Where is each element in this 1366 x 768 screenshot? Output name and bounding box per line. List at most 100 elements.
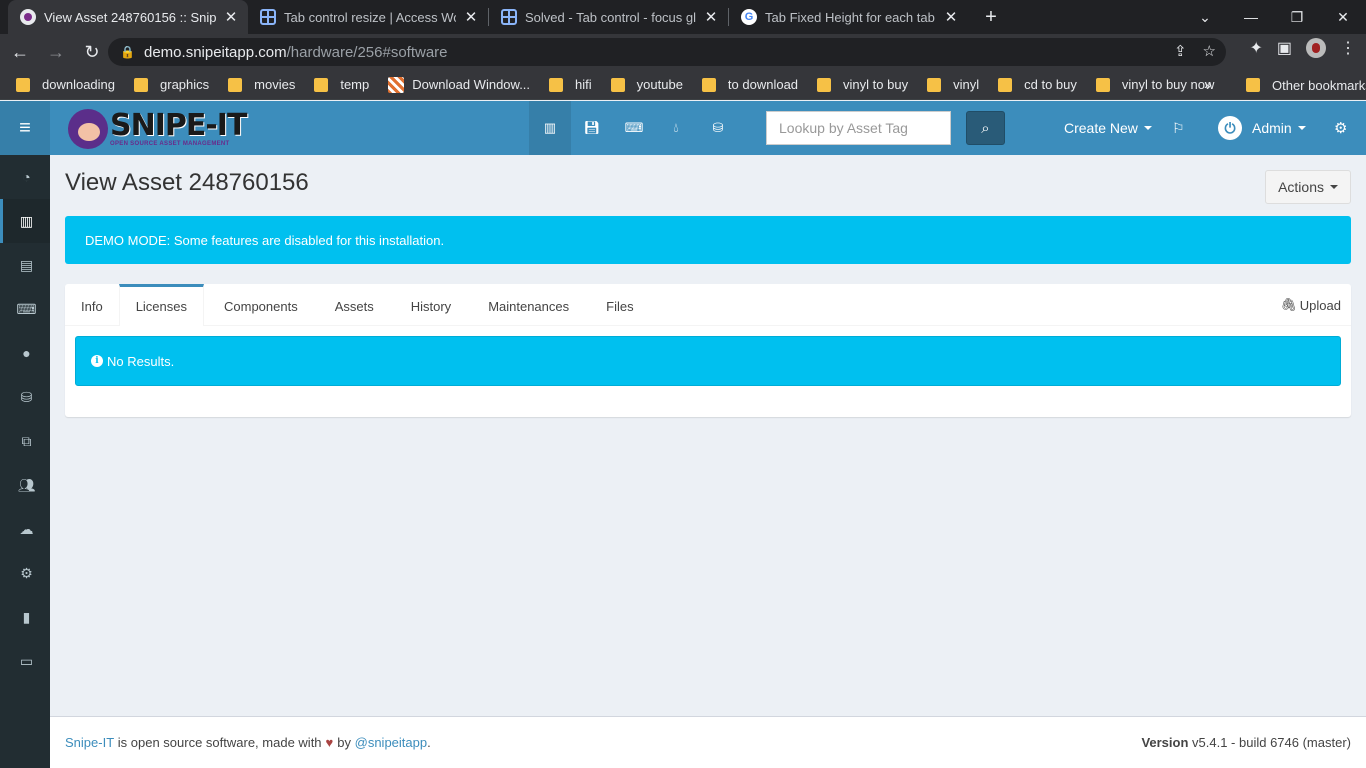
bookmark-item[interactable]: vinyl to buy now (1086, 77, 1224, 92)
close-icon[interactable]: ✕ (224, 8, 238, 26)
browser-tab-0[interactable]: View Asset 248760156 :: Snipe-IT ✕ (8, 0, 248, 34)
browser-tab-title: View Asset 248760156 :: Snipe-IT (44, 9, 216, 25)
user-menu[interactable]: ⏻ Admin (1218, 101, 1306, 155)
bookmark-item[interactable]: Download Window... (378, 76, 539, 93)
url-host: demo.snipeitapp.com (144, 43, 287, 61)
bookmark-label: vinyl to buy (843, 77, 909, 92)
app-header: ≡ SNIPE-IT OPEN SOURCE ASSET MANAGEMENT … (0, 101, 1366, 155)
cog-icon[interactable]: ⚙ (0, 551, 50, 595)
snipeit-link[interactable]: Snipe-IT (65, 735, 114, 750)
folder-icon (314, 77, 329, 92)
tab-history[interactable]: History (391, 284, 471, 326)
menu-icon[interactable]: ⋮ (1340, 38, 1356, 58)
url-bar[interactable]: 🔒 demo.snipeitapp.com/hardware/256#softw… (108, 38, 1226, 66)
bookmark-item[interactable]: cd to buy (988, 77, 1086, 92)
bar-chart-icon[interactable]: ▮ (0, 595, 50, 639)
keyboard-icon[interactable]: ⌨ (0, 287, 50, 331)
bookmark-label: vinyl (953, 77, 980, 92)
google-icon: G (741, 9, 757, 25)
bookmark-item[interactable]: movies (218, 77, 304, 92)
other-bookmarks[interactable]: Other bookmarks (1236, 70, 1366, 100)
browser-tab-2[interactable]: Solved - Tab control - focus glitch ✕ (489, 0, 728, 34)
flag-icon[interactable]: ⚐ (1172, 101, 1185, 155)
sidepanel-icon[interactable]: ▣ (1277, 38, 1292, 58)
tint-icon[interactable]: ● (0, 331, 50, 375)
dashboard-icon[interactable]: ◔ (0, 155, 50, 199)
minimize-icon[interactable]: — (1228, 0, 1274, 34)
new-tab-button[interactable]: + (974, 0, 1008, 34)
bookmark-item[interactable]: vinyl to buy (807, 77, 917, 92)
author-link[interactable]: @snipeitapp (355, 735, 427, 750)
laptop-icon[interactable]: ▭ (0, 639, 50, 683)
bookmark-item[interactable]: hifi (539, 77, 601, 92)
barcode-icon[interactable]: ▥ (0, 199, 50, 243)
folder-icon (927, 77, 942, 92)
footer-by-text: by (337, 735, 351, 750)
bookmark-item[interactable]: graphics (124, 77, 218, 92)
sidebar-toggle-icon[interactable]: ≡ (0, 101, 50, 155)
search-button[interactable]: ⌕ (966, 111, 1005, 145)
upload-button[interactable]: 🖇︎ Upload (1280, 284, 1341, 326)
settings-cogs-icon[interactable]: ⚙ (1334, 101, 1347, 155)
asset-tag-search-input[interactable]: Lookup by Asset Tag (766, 111, 951, 145)
close-icon[interactable]: ✕ (464, 8, 478, 26)
hdd-icon[interactable]: ⛁ (697, 101, 739, 155)
object-group-icon[interactable]: ⧉ (0, 419, 50, 463)
share-icon[interactable]: ⇪ (1174, 42, 1187, 60)
floppy-disk-icon[interactable]: 💾︎ (571, 101, 613, 155)
bookmark-label: movies (254, 77, 296, 92)
version-label: Version (1141, 735, 1189, 750)
tab-files[interactable]: Files (586, 284, 653, 326)
star-icon[interactable]: ☆ (1203, 42, 1216, 60)
mascot-icon (68, 109, 108, 149)
tab-licenses[interactable]: Licenses (118, 284, 204, 326)
tab-list: Info Licenses Components Assets History … (65, 284, 1351, 326)
info-circle-icon: i (91, 355, 103, 367)
tab-assets[interactable]: Assets (318, 284, 391, 326)
tab-info[interactable]: Info (65, 284, 119, 326)
cloud-download-icon[interactable]: ☁ (0, 507, 50, 551)
close-icon[interactable]: ✕ (704, 8, 718, 26)
bookmark-item[interactable]: vinyl (917, 77, 988, 92)
create-new-dropdown[interactable]: Create New (1064, 101, 1152, 155)
search-icon: ⌕ (981, 119, 990, 137)
browser-tab-title: Solved - Tab control - focus glitch (525, 9, 696, 25)
barcode-icon[interactable]: ▥ (529, 101, 571, 155)
forward-icon[interactable]: → (40, 36, 72, 68)
floppy-disk-icon[interactable]: ▤ (0, 243, 50, 287)
more-bookmarks-button[interactable]: » (1204, 76, 1212, 92)
bookmark-item[interactable]: downloading (0, 77, 124, 92)
bookmark-label: hifi (575, 77, 592, 92)
page-title: View Asset 248760156 (65, 169, 309, 196)
bookmark-item[interactable]: to download (692, 77, 807, 92)
hdd-icon[interactable]: ⛁ (0, 375, 50, 419)
reload-icon[interactable]: ↻ (76, 36, 108, 68)
url-path: /hardware/256#software (286, 43, 448, 61)
users-icon[interactable]: 👥︎ (0, 463, 50, 507)
logo[interactable]: SNIPE-IT OPEN SOURCE ASSET MANAGEMENT (68, 107, 247, 151)
tint-icon[interactable]: 💧︎ (655, 101, 697, 155)
tab-components[interactable]: Components (204, 284, 318, 326)
window-controls: ⌄ — ❐ ✕ (1182, 0, 1366, 34)
folder-icon (610, 77, 625, 92)
browser-tab-3[interactable]: G Tab Fixed Height for each tab con ✕ (729, 0, 968, 34)
close-icon[interactable]: ✕ (944, 8, 958, 26)
bookmark-item[interactable]: temp (304, 77, 378, 92)
restore-icon[interactable]: ❐ (1274, 0, 1320, 34)
bookmark-item[interactable]: youtube (601, 77, 692, 92)
back-icon[interactable]: ← (4, 36, 36, 68)
close-window-icon[interactable]: ✕ (1320, 0, 1366, 34)
caret-down-icon (1297, 126, 1306, 130)
extensions-icon[interactable]: ✦ (1249, 38, 1262, 58)
folder-icon (134, 77, 149, 92)
actions-dropdown[interactable]: Actions (1265, 170, 1351, 204)
browser-tab-1[interactable]: Tab control resize | Access World ✕ (248, 0, 488, 34)
tab-search-icon[interactable]: ⌄ (1182, 0, 1228, 34)
heart-icon: ♥ (325, 735, 334, 750)
tab-maintenances[interactable]: Maintenances (471, 284, 586, 326)
browser-tab-strip: View Asset 248760156 :: Snipe-IT ✕ Tab c… (0, 0, 1366, 34)
profile-avatar-icon[interactable] (1306, 38, 1326, 58)
keyboard-icon[interactable]: ⌨ (613, 101, 655, 155)
demo-mode-alert: DEMO MODE: Some features are disabled fo… (65, 216, 1351, 264)
asset-tabs-panel: Info Licenses Components Assets History … (65, 284, 1351, 417)
